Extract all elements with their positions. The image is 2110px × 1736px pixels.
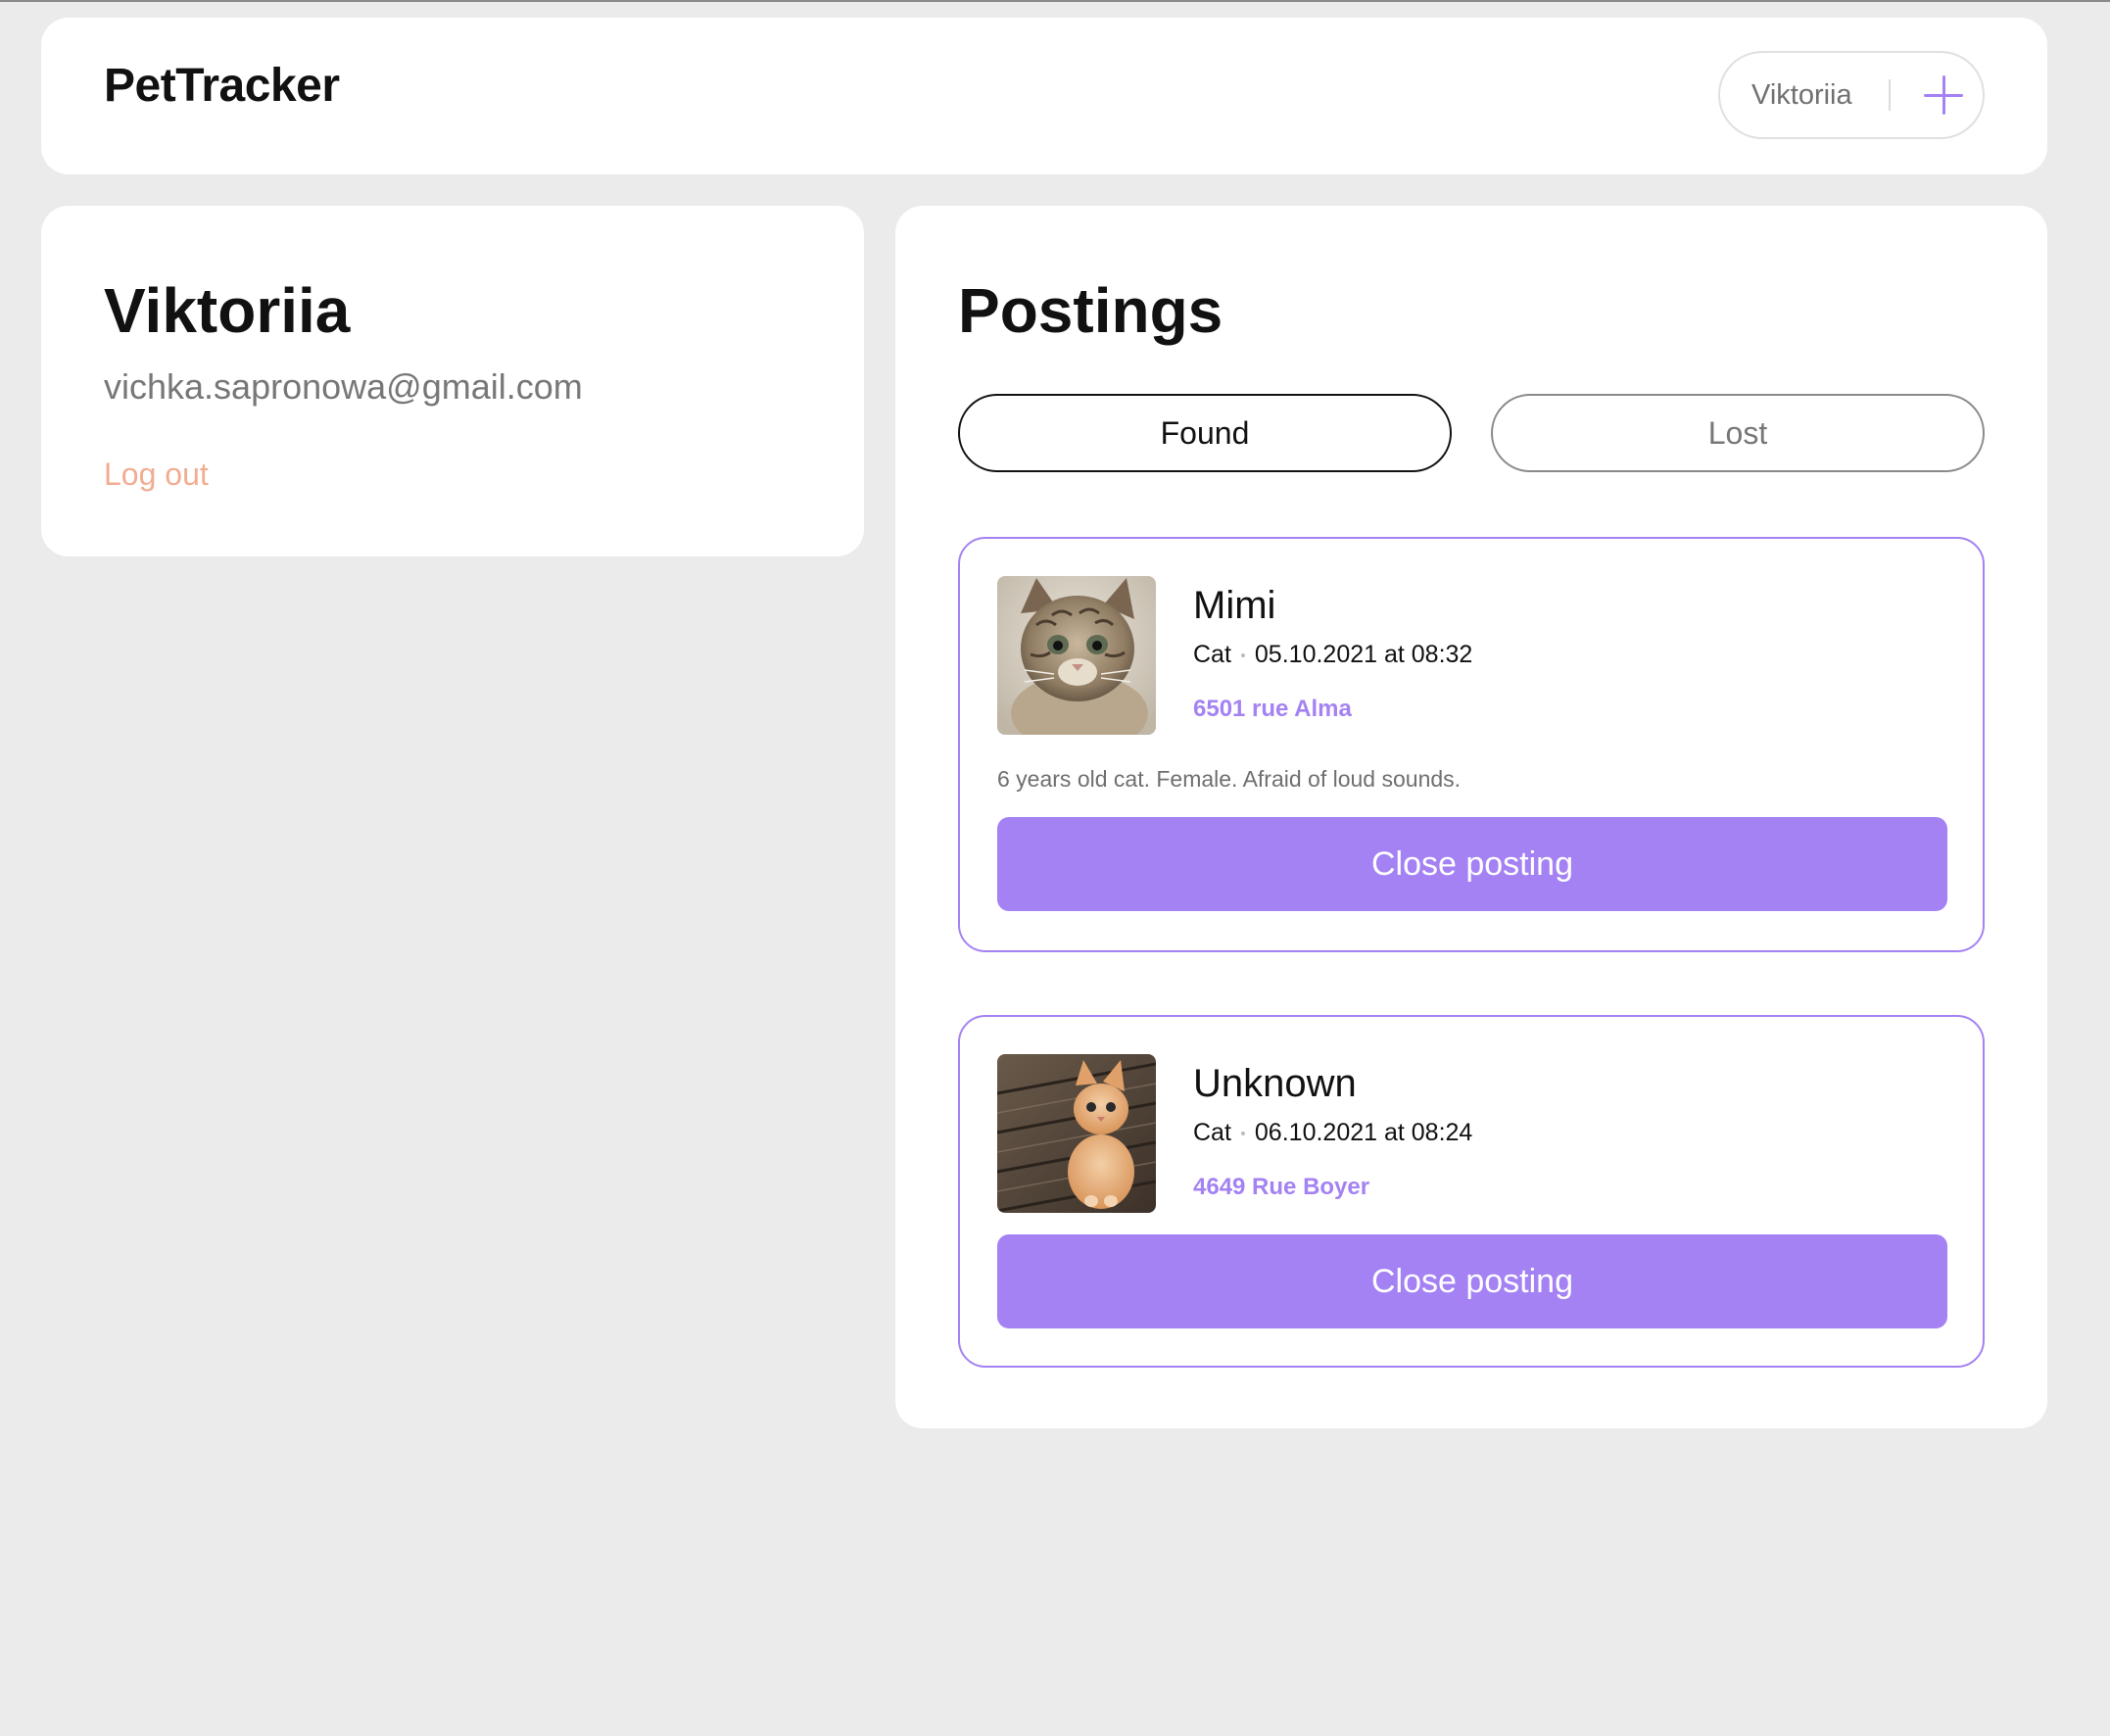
posting-card: Mimi Cat 05.10.2021 at 08:32 6501 rue Al… xyxy=(958,537,1985,952)
user-menu-name[interactable]: Viktoriia xyxy=(1751,79,1869,112)
pet-species: Cat xyxy=(1193,1119,1231,1146)
close-posting-button[interactable]: Close posting xyxy=(997,817,1947,911)
top-bar: PetTracker Viktoriia xyxy=(41,18,2047,174)
separator-dot xyxy=(1240,652,1245,657)
pet-address-link[interactable]: 4649 Rue Boyer xyxy=(1193,1174,1369,1201)
pet-datetime: 05.10.2021 at 08:32 xyxy=(1254,641,1473,668)
profile-name: Viktoriia xyxy=(104,275,351,346)
pet-name: Mimi xyxy=(1193,584,1276,627)
pet-description: 6 years old cat. Female. Afraid of loud … xyxy=(997,766,1462,792)
page-title: Postings xyxy=(958,275,1223,346)
plus-icon[interactable] xyxy=(1924,75,1963,115)
app-logo[interactable]: PetTracker xyxy=(104,59,340,113)
separator-dot xyxy=(1240,1131,1245,1135)
pet-meta: Cat 06.10.2021 at 08:24 xyxy=(1193,1119,1472,1147)
posting-card: Unknown Cat 06.10.2021 at 08:24 4649 Rue… xyxy=(958,1015,1985,1368)
tab-found[interactable]: Found xyxy=(958,394,1452,472)
divider xyxy=(1889,79,1891,111)
pet-species: Cat xyxy=(1193,641,1231,668)
pet-address-link[interactable]: 6501 rue Alma xyxy=(1193,696,1352,723)
pet-datetime: 06.10.2021 at 08:24 xyxy=(1254,1119,1473,1146)
user-menu[interactable]: Viktoriia xyxy=(1718,51,1985,139)
pet-meta: Cat 05.10.2021 at 08:32 xyxy=(1193,641,1472,669)
pet-photo xyxy=(997,576,1156,735)
postings-panel: Postings Found Lost Mimi Cat 05.10.2021 … xyxy=(895,206,2047,1428)
close-posting-button[interactable]: Close posting xyxy=(997,1234,1947,1328)
logout-link[interactable]: Log out xyxy=(104,457,209,493)
profile-card: Viktoriia vichka.sapronowa@gmail.com Log… xyxy=(41,206,864,556)
pet-photo xyxy=(997,1054,1156,1213)
pet-name: Unknown xyxy=(1193,1062,1357,1105)
tab-lost[interactable]: Lost xyxy=(1491,394,1985,472)
profile-email: vichka.sapronowa@gmail.com xyxy=(104,366,583,407)
